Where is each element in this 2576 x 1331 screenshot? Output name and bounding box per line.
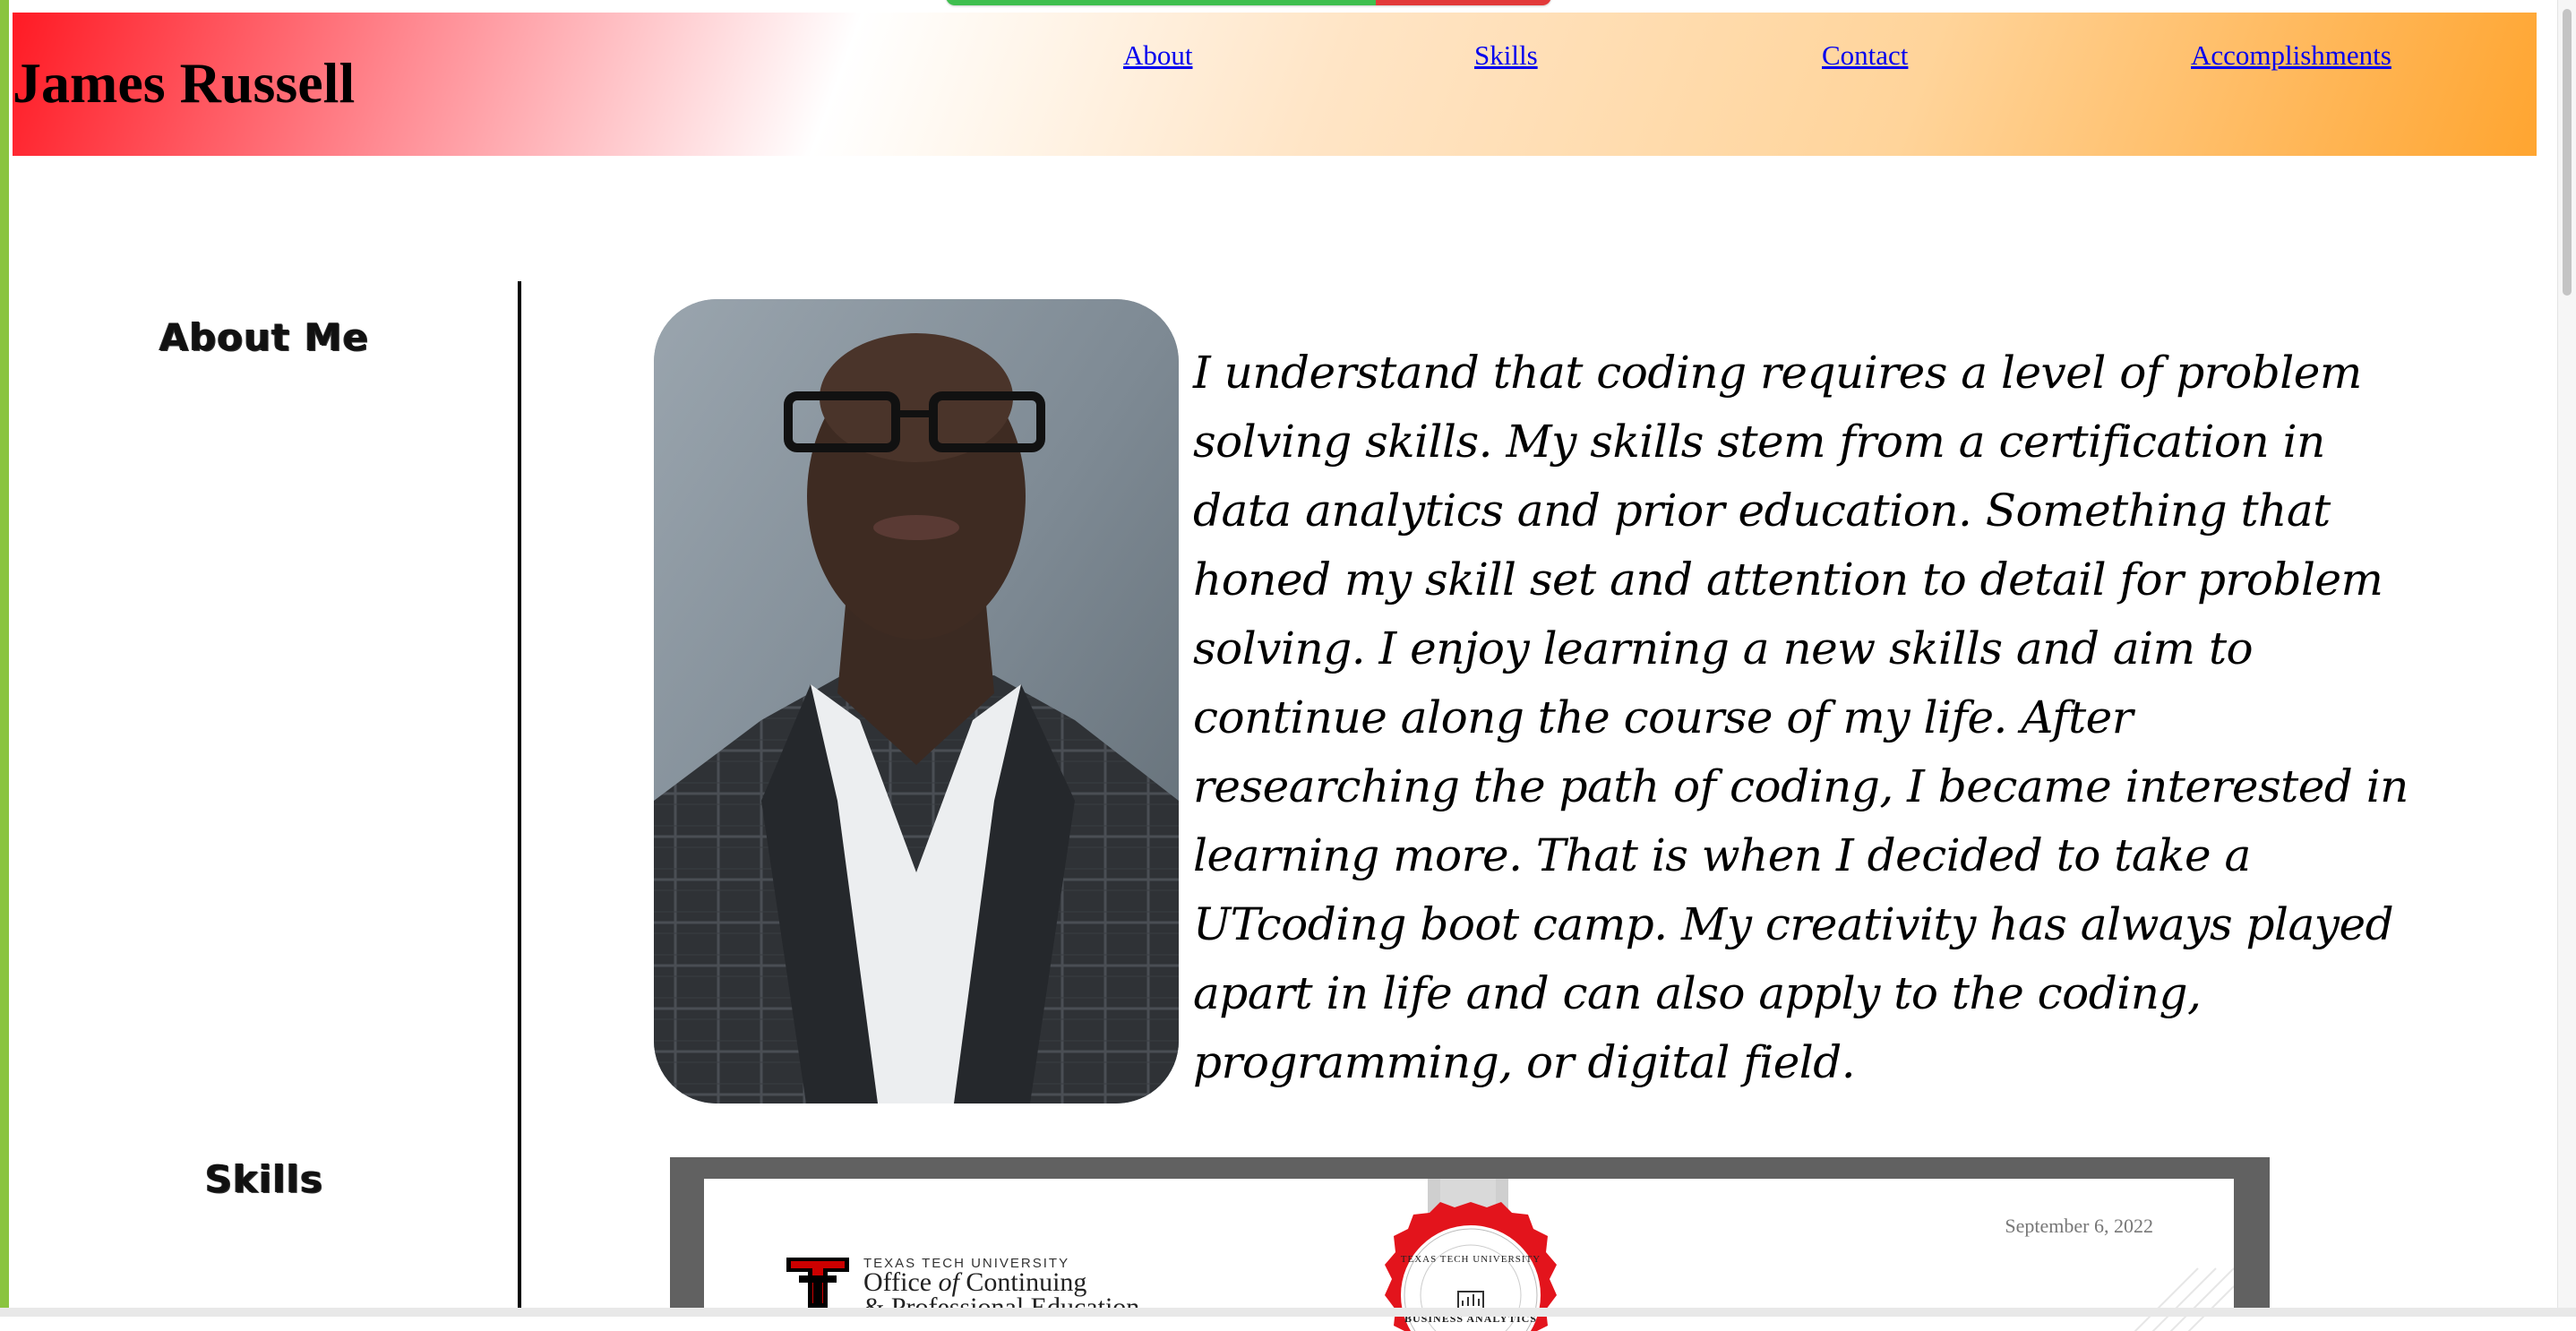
top-overlay-bar [946, 0, 1551, 5]
nav-link-skills[interactable]: Skills [1474, 39, 1538, 72]
certificate-decorative-lines [2134, 1267, 2234, 1331]
section-label-about-me: About Me [159, 315, 370, 359]
texas-tech-logo-icon [783, 1254, 853, 1311]
certificate-image: September 6, 2022 TEXAS TECH UNIVERSITY … [670, 1157, 2270, 1331]
scrollbar-thumb[interactable] [2563, 9, 2572, 296]
overlay-segment-red [1376, 0, 1551, 5]
site-header: James Russell About Skills Contact Accom… [13, 13, 2537, 156]
nav-link-contact[interactable]: Contact [1822, 39, 1908, 72]
certificate-date: September 6, 2022 [2005, 1215, 2153, 1237]
profile-photo-illustration [654, 299, 1179, 1103]
vertical-divider [518, 281, 521, 1311]
about-paragraph: I understand that coding requires a leve… [1193, 347, 2409, 1088]
seal-university-text: TEXAS TECH UNIVERSITY [1400, 1254, 1541, 1265]
nav-link-accomplishments[interactable]: Accomplishments [2191, 39, 2391, 72]
window-frame-left [0, 0, 9, 1317]
site-title: James Russell [13, 51, 356, 115]
profile-photo [654, 299, 1179, 1103]
nav-link-about[interactable]: About [1123, 39, 1193, 72]
window-frame-bottom [0, 1308, 2576, 1317]
vertical-scrollbar[interactable] [2557, 0, 2576, 1308]
overlay-segment-green [946, 0, 1376, 5]
section-label-skills: Skills [204, 1157, 324, 1201]
